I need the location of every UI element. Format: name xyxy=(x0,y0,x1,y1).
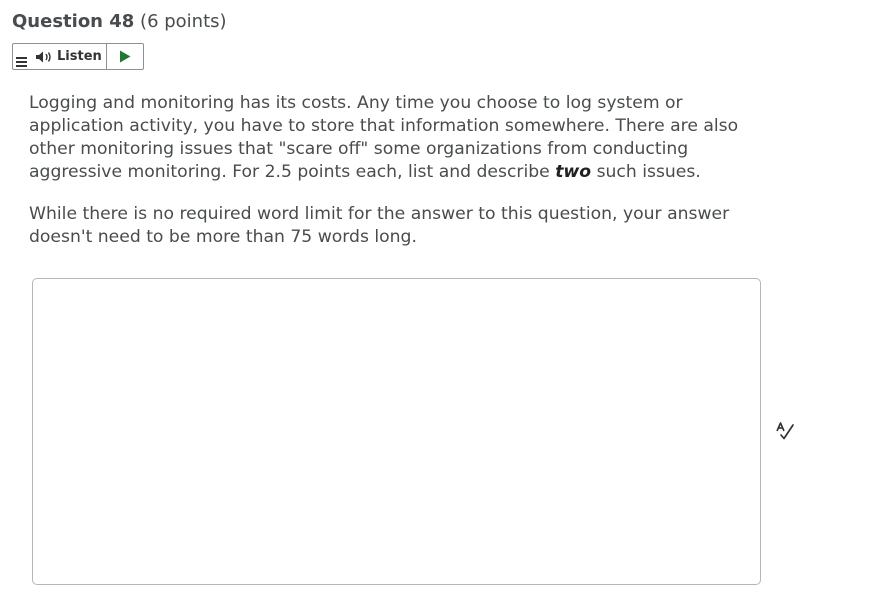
prompt-text-1b: such issues. xyxy=(591,162,701,182)
question-title: Question 48 xyxy=(12,11,135,32)
listen-widget: Listen xyxy=(12,43,144,70)
listen-label: Listen xyxy=(57,49,102,64)
play-button[interactable] xyxy=(107,44,143,69)
question-prompt: Logging and monitoring has its costs. An… xyxy=(29,92,749,249)
play-icon xyxy=(120,50,131,63)
prompt-paragraph-1: Logging and monitoring has its costs. An… xyxy=(29,92,749,184)
spellcheck-icon[interactable] xyxy=(775,421,795,441)
menu-lines-icon[interactable] xyxy=(13,55,29,69)
prompt-paragraph-2: While there is no required word limit fo… xyxy=(29,204,730,247)
answer-textarea[interactable] xyxy=(32,278,761,585)
speaker-icon xyxy=(36,51,51,62)
question-header: Question 48 (6 points) xyxy=(12,10,227,34)
prompt-emphasis: two xyxy=(555,162,592,182)
question-points: (6 points) xyxy=(140,11,227,32)
